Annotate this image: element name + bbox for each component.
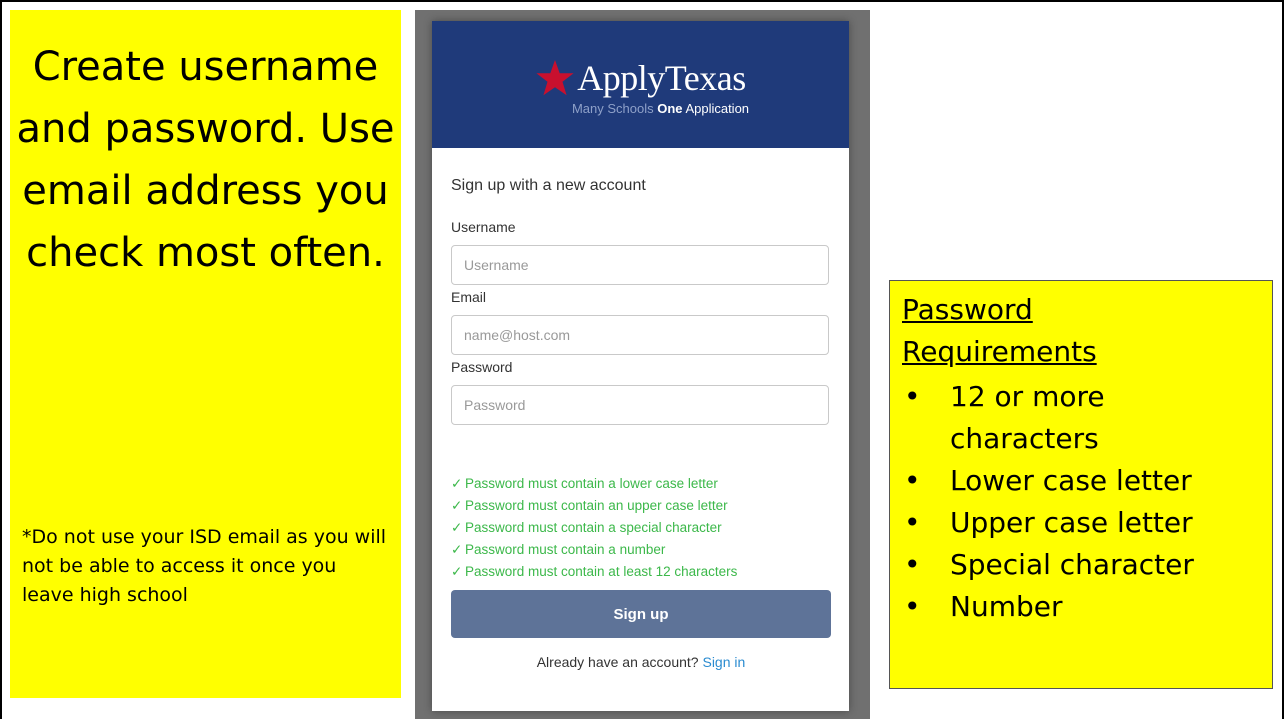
password-rule: ✓ Password must contain a special charact… bbox=[451, 517, 737, 539]
bullet-icon: • bbox=[904, 464, 921, 497]
password-rule: ✓ Password must contain a lower case lett… bbox=[451, 473, 737, 495]
password-rules-list: ✓ Password must contain a lower case lett… bbox=[451, 473, 737, 583]
brand-logo[interactable]: ApplyTexas Many Schools One Application bbox=[432, 57, 849, 116]
requirements-bullets: • 12 or more characters • Lower case lette… bbox=[890, 376, 1274, 628]
requirement-bullet: • Lower case letter bbox=[890, 460, 1274, 502]
rule-text: Password must contain a special characte… bbox=[465, 520, 722, 535]
star-icon bbox=[536, 60, 574, 96]
username-label: Username bbox=[451, 219, 516, 235]
requirement-bullet: • Special character bbox=[890, 544, 1274, 586]
password-label: Password bbox=[451, 359, 513, 375]
password-rule: ✓ Password must contain a number bbox=[451, 539, 737, 561]
rule-text: Password must contain an upper case lett… bbox=[465, 498, 728, 513]
requirement-text: Lower case letter bbox=[950, 464, 1192, 497]
requirements-title: Password Requirements bbox=[902, 293, 1097, 368]
requirement-text: 12 or more characters bbox=[950, 380, 1105, 455]
instruction-title: Create username and password. Use email … bbox=[16, 44, 395, 276]
check-icon: ✓ bbox=[451, 498, 463, 513]
signup-button[interactable]: Sign up bbox=[451, 590, 831, 638]
requirement-text: Special character bbox=[950, 548, 1194, 581]
bullet-icon: • bbox=[904, 380, 921, 413]
brand-tagline: Many Schools One Application bbox=[432, 101, 849, 116]
check-icon: ✓ bbox=[451, 520, 463, 535]
bullet-icon: • bbox=[904, 548, 921, 581]
requirement-text: Number bbox=[950, 590, 1063, 623]
requirement-bullet: • 12 or more characters bbox=[890, 376, 1274, 460]
password-rule: ✓ Password must contain an upper case let… bbox=[451, 495, 737, 517]
tagline-rest: Application bbox=[685, 101, 750, 116]
rule-text: Password must contain a lower case lette… bbox=[465, 476, 718, 491]
signin-prompt: Already have an account? bbox=[536, 654, 699, 670]
instruction-panel: Create username and password. Use email … bbox=[10, 10, 401, 698]
requirement-bullet: • Number bbox=[890, 586, 1274, 628]
signup-card: ApplyTexas Many Schools One Application … bbox=[432, 21, 849, 711]
username-input[interactable] bbox=[451, 245, 829, 285]
form-header: ApplyTexas Many Schools One Application bbox=[432, 21, 849, 148]
password-input[interactable] bbox=[451, 385, 829, 425]
email-label: Email bbox=[451, 289, 487, 305]
rule-text: Password must contain a number bbox=[465, 542, 666, 557]
rule-text: Password must contain at least 12 charac… bbox=[465, 564, 738, 579]
requirement-text: Upper case letter bbox=[950, 506, 1193, 539]
tagline-bold: One bbox=[657, 101, 683, 116]
check-icon: ✓ bbox=[451, 542, 463, 557]
tagline-muted: Many Schools bbox=[571, 101, 654, 116]
bullet-icon: • bbox=[904, 506, 921, 539]
requirements-panel: Password Requirements • 12 or more charac… bbox=[889, 280, 1273, 689]
email-input[interactable] bbox=[451, 315, 829, 355]
brand-name: ApplyTexas bbox=[577, 58, 746, 98]
signin-link[interactable]: Sign in bbox=[702, 654, 745, 670]
instruction-note: *Do not use your ISD email as you will n… bbox=[22, 526, 387, 606]
password-rule: ✓ Password must contain at least 12 chara… bbox=[451, 561, 737, 583]
signin-row: Already have an account? Sign in bbox=[451, 654, 831, 670]
check-icon: ✓ bbox=[451, 476, 463, 491]
check-icon: ✓ bbox=[451, 564, 463, 579]
bullet-icon: • bbox=[904, 590, 921, 623]
form-heading: Sign up with a new account bbox=[451, 177, 646, 194]
requirement-bullet: • Upper case letter bbox=[890, 502, 1274, 544]
